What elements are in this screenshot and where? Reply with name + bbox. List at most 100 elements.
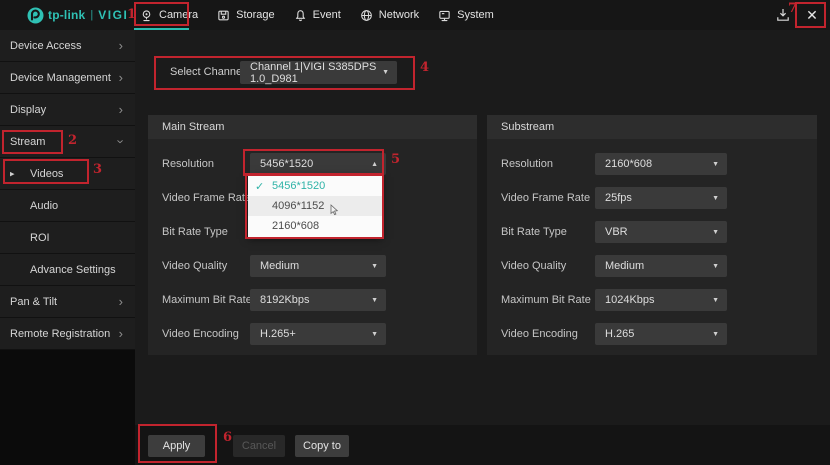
logo-divider: | — [90, 9, 94, 21]
chevron-down-icon: ▼ — [371, 262, 378, 270]
field-label: Resolution — [162, 158, 214, 170]
main-resolution-select[interactable]: 5456*1520 ▲ — [250, 153, 386, 175]
field-label: Video Quality — [162, 260, 228, 272]
sub-bit-rate-type-select[interactable]: VBR ▼ — [595, 221, 727, 243]
apply-button[interactable]: Apply — [148, 435, 205, 457]
field-label: Video Frame Rate — [501, 192, 591, 204]
sidebar-item-roi[interactable]: ROI — [0, 222, 135, 254]
chevron-down-icon: ▼ — [712, 296, 719, 304]
field-label: Video Quality — [501, 260, 567, 272]
dropdown-option-2160x608[interactable]: 2160*608 — [248, 216, 382, 236]
dropdown-option-4096x1152[interactable]: 4096*1152 — [248, 196, 382, 216]
copy-to-button[interactable]: Copy to — [295, 435, 349, 457]
field-label: Bit Rate Type — [501, 226, 567, 238]
top-bar: tp-link | VIGI Camera Storage Event Netw… — [0, 0, 830, 30]
download-icon[interactable] — [775, 7, 791, 23]
chevron-right-icon: › — [118, 38, 123, 53]
storage-icon — [218, 10, 229, 20]
brand-text: tp-link — [48, 8, 86, 22]
chevron-up-icon: ▲ — [371, 160, 378, 168]
sidebar-item-label: Display — [10, 103, 47, 116]
main-stream-title: Main Stream — [148, 115, 477, 139]
sidebar-item-remote-registration[interactable]: Remote Registration › — [0, 318, 135, 350]
sidebar-item-device-access[interactable]: Device Access › — [0, 30, 135, 62]
sub-resolution-row: Resolution 2160*608 ▼ — [487, 153, 817, 175]
network-globe-icon — [360, 9, 372, 21]
field-label: Maximum Bit Rate — [501, 294, 591, 306]
product-text: VIGI — [98, 8, 129, 22]
sidebar-item-pan-tilt[interactable]: Pan & Tilt › — [0, 286, 135, 318]
tab-storage[interactable]: Storage — [217, 9, 275, 22]
sub-max-bit-rate-row: Maximum Bit Rate 1024Kbps ▼ — [487, 289, 817, 311]
main-video-quality-select[interactable]: Medium ▼ — [250, 255, 386, 277]
sidebar-item-label: Videos — [30, 167, 64, 180]
sidebar: Device Access › Device Management › Disp… — [0, 30, 135, 465]
sub-video-quality-select[interactable]: Medium ▼ — [595, 255, 727, 277]
sidebar-item-display[interactable]: Display › — [0, 94, 135, 126]
sub-resolution-select[interactable]: 2160*608 ▼ — [595, 153, 727, 175]
channel-select[interactable]: Channel 1|VIGI S385DPS 1.0_D981 ▼ — [240, 60, 397, 85]
tab-label: Network — [378, 9, 420, 21]
chevron-down-icon: ▼ — [712, 262, 719, 270]
sidebar-item-label: Stream — [10, 135, 46, 148]
chevron-right-icon: › — [118, 294, 123, 309]
select-channel-label: Select Channel — [170, 66, 245, 78]
content-area: Select Channel Channel 1|VIGI S385DPS 1.… — [135, 30, 830, 465]
tab-system[interactable]: System — [438, 9, 494, 22]
chevron-down-icon: ▼ — [371, 296, 378, 304]
select-value: 8192Kbps — [260, 294, 310, 306]
field-label: Resolution — [501, 158, 553, 170]
sidebar-item-audio[interactable]: Audio — [0, 190, 135, 222]
main-nav-tabs: Camera Storage Event Network System — [140, 0, 494, 30]
dropdown-option-5456x1520[interactable]: ✓ 5456*1520 — [248, 176, 382, 196]
sub-max-bit-rate-select[interactable]: 1024Kbps ▼ — [595, 289, 727, 311]
tab-network[interactable]: Network — [360, 9, 419, 22]
select-value: Medium — [605, 260, 645, 272]
tp-link-vigi-logo: tp-link | VIGI — [27, 0, 128, 30]
sidebar-item-stream[interactable]: Stream › — [0, 126, 135, 158]
resolution-dropdown-menu: ✓ 5456*1520 4096*1152 2160*608 — [248, 175, 382, 237]
main-max-bit-rate-select[interactable]: 8192Kbps ▼ — [250, 289, 386, 311]
sidebar-item-label: Device Access — [10, 39, 82, 52]
sidebar-item-advance-settings[interactable]: Advance Settings — [0, 254, 135, 286]
sub-frame-rate-select[interactable]: 25fps ▼ — [595, 187, 727, 209]
main-video-encoding-select[interactable]: H.265+ ▼ — [250, 323, 386, 345]
active-item-arrow-icon: ▸ — [10, 168, 15, 178]
option-label: 4096*1152 — [272, 200, 325, 212]
sidebar-item-device-management[interactable]: Device Management › — [0, 62, 135, 94]
substream-title: Substream — [487, 115, 817, 139]
sidebar-item-videos[interactable]: ▸ Videos — [0, 158, 135, 190]
sub-video-encoding-select[interactable]: H.265 ▼ — [595, 323, 727, 345]
mouse-cursor-icon — [331, 204, 339, 216]
close-icon[interactable]: ✕ — [802, 6, 822, 24]
select-value: 2160*608 — [605, 158, 653, 170]
sidebar-item-label: Audio — [30, 199, 59, 212]
chevron-down-icon: ▼ — [371, 330, 378, 338]
tab-label: Event — [312, 9, 341, 21]
tab-label: Camera — [159, 9, 199, 21]
field-label: Video Encoding — [501, 328, 578, 340]
field-label: Maximum Bit Rate — [162, 294, 252, 306]
tab-label: Storage — [236, 9, 275, 21]
sub-video-encoding-row: Video Encoding H.265 ▼ — [487, 323, 817, 345]
event-bell-icon — [295, 9, 305, 21]
tp-link-logo-icon — [27, 7, 44, 23]
field-label: Video Encoding — [162, 328, 239, 340]
chevron-down-icon: ▼ — [712, 194, 719, 202]
check-icon: ✓ — [255, 180, 265, 193]
main-resolution-value: 5456*1520 — [260, 158, 314, 170]
select-value: Medium — [260, 260, 300, 272]
tab-label: System — [457, 9, 494, 21]
channel-select-value: Channel 1|VIGI S385DPS 1.0_D981 — [250, 60, 377, 85]
chevron-down-icon: ▼ — [382, 69, 389, 76]
sidebar-item-label: ROI — [30, 231, 50, 244]
tab-camera[interactable]: Camera — [140, 9, 198, 22]
system-monitor-icon — [439, 10, 450, 21]
option-label: 5456*1520 — [272, 180, 326, 192]
select-value: VBR — [605, 226, 628, 238]
select-value: H.265 — [605, 328, 635, 340]
main-stream-panel: Main Stream Resolution 5456*1520 ▲ Video… — [148, 115, 477, 355]
sub-bit-rate-type-row: Bit Rate Type VBR ▼ — [487, 221, 817, 243]
chevron-down-icon: › — [113, 139, 129, 144]
tab-event[interactable]: Event — [294, 9, 341, 22]
